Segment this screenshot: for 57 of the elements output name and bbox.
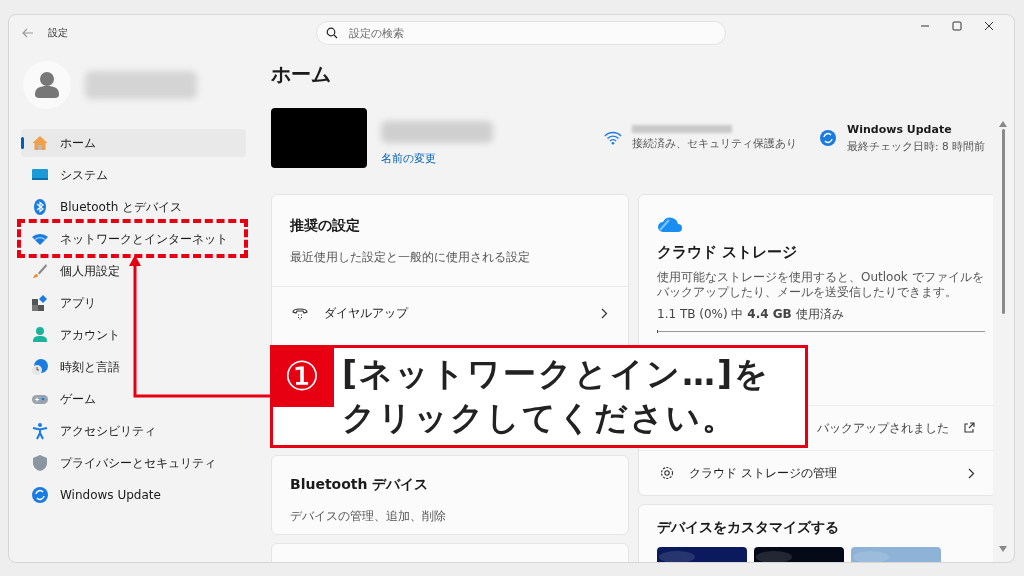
page-title: ホーム [271,61,332,88]
apps-icon [31,294,49,312]
back-arrow-icon[interactable] [22,28,34,38]
step-badge: ① [270,345,334,407]
account-icon [31,326,49,344]
sidebar-item[interactable]: 個人用設定 [21,257,246,285]
card-description: 使用可能なストレージを使用すると、Outlook でファイルをバックアップしたり、メールを送受信したりできます。 [657,270,985,300]
maximize-icon[interactable] [952,21,962,31]
window-title: 設定 [48,26,68,40]
sidebar-item[interactable]: ホーム [21,129,246,157]
home-icon [31,134,49,152]
search-icon [326,27,338,39]
scroll-up-icon[interactable] [999,121,1007,127]
update-icon [31,486,49,504]
sidebar-item[interactable]: Bluetooth とデバイス [21,193,246,221]
shield-icon [31,454,49,472]
chevron-icon [601,307,608,319]
chevron-icon [968,467,975,479]
card-title: クラウド ストレージ [657,243,799,262]
sidebar-item[interactable]: Windows Update [21,481,246,509]
brush-icon [31,262,49,280]
bluetooth-icon [31,198,49,216]
status-title: Windows Update [847,122,953,136]
accessibility-icon [31,422,49,440]
gear-icon [659,465,675,481]
sidebar-item[interactable]: プライバシーとセキュリティ [21,449,246,477]
external-link-icon[interactable] [963,422,975,434]
storage-usage: 1.1 TB (0%) 中 4.4 GB 使用済み [657,306,845,323]
backup-status: バックアップされました [817,419,949,437]
card-title: デバイスをカスタマイズする [657,519,840,537]
card-title: Bluetooth デバイス [290,476,430,494]
settings-row[interactable]: クラウド ストレージの管理 [639,450,993,495]
sidebar-item[interactable]: ネットワークとインターネット [21,225,246,253]
card-subtitle: 最近使用した設定と一般的に使用される設定 [290,249,531,266]
rename-link[interactable]: 名前の変更 [381,150,493,166]
update-icon [819,129,838,147]
sidebar-item[interactable]: アカウント [21,321,246,349]
sidebar-item[interactable]: アクセシビリティ [21,417,246,445]
card-subtitle: デバイスの管理、追加、削除 [290,508,447,525]
settings-row[interactable]: ダイヤルアップ [272,287,628,339]
scroll-down-icon[interactable] [999,546,1007,552]
card-title: 推奨の設定 [290,217,361,235]
cloud-icon [657,215,683,233]
phone-icon [292,306,308,320]
sidebar-item[interactable]: システム [21,161,246,189]
sidebar-item[interactable]: ゲーム [21,385,246,413]
sidebar-item[interactable]: アプリ [21,289,246,317]
status-subtitle: 最終チェック日時: 8 時間前 [847,139,985,154]
sidebar-item[interactable]: 時刻と言語 [21,353,246,381]
scrollbar-thumb[interactable] [1001,129,1005,314]
search-field[interactable]: 設定の検索 [316,21,726,45]
callout-text: [ネットワークとイン…]を クリックしてください。 [341,353,771,439]
close-icon[interactable] [984,21,994,31]
avatar-icon [23,61,71,109]
wifi-icon [604,131,623,145]
status-subtitle: 接続済み、セキュリティ保護あり [632,137,798,151]
time-icon [31,358,49,376]
